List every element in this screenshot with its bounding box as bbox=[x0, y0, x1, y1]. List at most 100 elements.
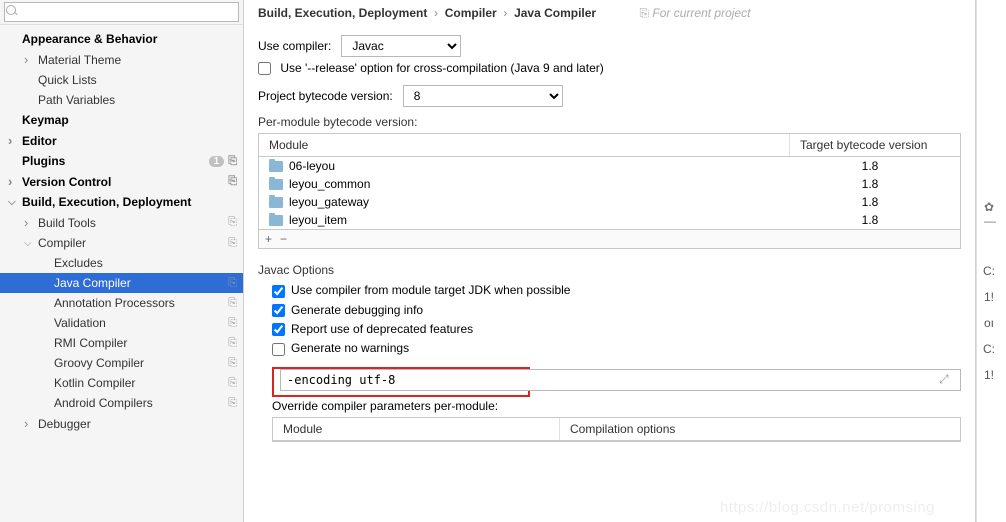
target-version[interactable]: 1.8 bbox=[790, 195, 950, 209]
folder-icon bbox=[269, 197, 283, 208]
target-version[interactable]: 1.8 bbox=[790, 177, 950, 191]
col-module-2[interactable]: Module bbox=[273, 418, 560, 440]
sidebar-item-plugins[interactable]: Plugins1⎘ bbox=[0, 151, 243, 171]
sidebar-item-editor[interactable]: Editor bbox=[0, 130, 243, 151]
project-scope-icon: ⎘ bbox=[228, 297, 237, 310]
release-checkbox[interactable] bbox=[258, 62, 271, 75]
override-table: Module Compilation options bbox=[272, 417, 961, 442]
sidebar-item-label: Excludes bbox=[54, 256, 239, 270]
sidebar-item-android-compilers[interactable]: Android Compilers⎘ bbox=[0, 393, 243, 413]
sidebar-item-label: Groovy Compiler bbox=[54, 356, 228, 370]
sidebar-item-version-control[interactable]: Version Control⎘ bbox=[0, 171, 243, 192]
sidebar-item-excludes[interactable]: Excludes bbox=[0, 253, 243, 273]
sidebar-item-appearance-behavior[interactable]: Appearance & Behavior bbox=[0, 29, 243, 49]
sidebar-item-java-compiler[interactable]: Java Compiler⎘ bbox=[0, 273, 243, 293]
sidebar-item-label: Java Compiler bbox=[54, 276, 228, 290]
chevron-icon bbox=[8, 174, 22, 189]
folder-icon bbox=[269, 215, 283, 226]
sidebar-item-keymap[interactable]: Keymap bbox=[0, 110, 243, 130]
gutter-glyph: C: bbox=[983, 336, 995, 362]
sidebar-item-label: RMI Compiler bbox=[54, 336, 228, 350]
sidebar-item-label: Validation bbox=[54, 316, 228, 330]
gear-icon[interactable]: ✿ — bbox=[984, 200, 1006, 228]
sidebar-item-path-variables[interactable]: Path Variables bbox=[0, 90, 243, 110]
sidebar-item-label: Path Variables bbox=[38, 93, 239, 107]
breadcrumb: Build, Execution, Deployment › Compiler … bbox=[258, 0, 961, 31]
remove-module-button[interactable]: − bbox=[280, 232, 287, 246]
table-row[interactable]: leyou_common 1.8 bbox=[259, 175, 960, 193]
release-option[interactable]: Use '--release' option for cross-compila… bbox=[258, 61, 604, 75]
sidebar-item-annotation-processors[interactable]: Annotation Processors⎘ bbox=[0, 293, 243, 313]
gutter-glyph: 1! bbox=[983, 284, 995, 310]
sidebar-item-build-tools[interactable]: Build Tools⎘ bbox=[0, 212, 243, 233]
project-scope-icon: ⎘ bbox=[228, 337, 237, 350]
project-scope-icon: ⎘ bbox=[228, 277, 237, 290]
folder-icon bbox=[269, 179, 283, 190]
add-module-button[interactable]: + bbox=[265, 232, 272, 246]
for-current-project: For current project bbox=[639, 6, 750, 20]
javac-options-title: Javac Options bbox=[258, 263, 961, 277]
col-module[interactable]: Module bbox=[259, 134, 790, 156]
col-options[interactable]: Compilation options bbox=[560, 418, 960, 440]
gutter-glyph: oı bbox=[983, 310, 995, 336]
use-compiler-select[interactable]: Javac bbox=[341, 35, 461, 57]
folder-icon bbox=[269, 161, 283, 172]
table-row[interactable]: leyou_item 1.8 bbox=[259, 211, 960, 229]
override-label: Override compiler parameters per-module: bbox=[272, 399, 961, 413]
sidebar-item-label: Compiler bbox=[38, 236, 228, 250]
chevron-icon bbox=[24, 238, 38, 249]
sidebar-item-groovy-compiler[interactable]: Groovy Compiler⎘ bbox=[0, 353, 243, 373]
sidebar-item-material-theme[interactable]: Material Theme bbox=[0, 49, 243, 70]
sidebar-item-debugger[interactable]: Debugger bbox=[0, 413, 243, 434]
sidebar-item-compiler[interactable]: Compiler⎘ bbox=[0, 233, 243, 253]
chevron-icon bbox=[24, 52, 38, 67]
cmd-params-input[interactable] bbox=[280, 369, 961, 391]
opt-debug-info[interactable]: Generate debugging info bbox=[272, 303, 423, 317]
module-name: leyou_common bbox=[289, 177, 370, 191]
module-name: 06-leyou bbox=[289, 159, 335, 173]
module-name: leyou_item bbox=[289, 213, 347, 227]
sidebar-item-rmi-compiler[interactable]: RMI Compiler⎘ bbox=[0, 333, 243, 353]
bytecode-select[interactable]: 8 bbox=[403, 85, 563, 107]
main-panel: Build, Execution, Deployment › Compiler … bbox=[244, 0, 976, 522]
sidebar-item-kotlin-compiler[interactable]: Kotlin Compiler⎘ bbox=[0, 373, 243, 393]
sidebar-item-label: Android Compilers bbox=[54, 396, 228, 410]
project-scope-icon: ⎘ bbox=[228, 155, 237, 168]
target-version[interactable]: 1.8 bbox=[790, 159, 950, 173]
settings-tree: Appearance & Behavior Material Theme Quick… bbox=[0, 25, 243, 438]
table-row[interactable]: leyou_gateway1.8 bbox=[259, 193, 960, 211]
sidebar-item-label: Keymap bbox=[22, 113, 239, 127]
col-target[interactable]: Target bytecode version bbox=[790, 134, 960, 156]
project-scope-icon: ⎘ bbox=[228, 397, 237, 410]
sidebar-item-quick-lists[interactable]: Quick Lists bbox=[0, 70, 243, 90]
gutter-glyph: C: bbox=[983, 258, 995, 284]
sidebar-item-validation[interactable]: Validation⎘ bbox=[0, 313, 243, 333]
sidebar-item-label: Annotation Processors bbox=[54, 296, 228, 310]
search-box[interactable] bbox=[0, 0, 243, 25]
chevron-icon bbox=[8, 197, 22, 208]
sidebar-item-label: Build Tools bbox=[38, 216, 228, 230]
sidebar-item-label: Plugins bbox=[22, 154, 209, 168]
sidebar-item-build-execution-deployment[interactable]: Build, Execution, Deployment bbox=[0, 192, 243, 212]
opt-module-target[interactable]: Use compiler from module target JDK when… bbox=[272, 283, 570, 297]
project-scope-icon: ⎘ bbox=[228, 175, 237, 188]
permodule-label: Per-module bytecode version: bbox=[258, 115, 961, 129]
table-row[interactable]: 06-leyou 1.8 bbox=[259, 157, 960, 175]
opt-nowarn[interactable]: Generate no warnings bbox=[272, 341, 409, 355]
sidebar-item-label: Material Theme bbox=[38, 53, 239, 67]
project-scope-icon: ⎘ bbox=[228, 357, 237, 370]
right-gutter: ✿ — C:1!oıC:1! bbox=[976, 0, 1006, 522]
opt-deprecated[interactable]: Report use of deprecated features bbox=[272, 322, 473, 336]
search-input[interactable] bbox=[4, 2, 239, 22]
badge: 1 bbox=[209, 156, 225, 167]
sidebar-item-label: Quick Lists bbox=[38, 73, 239, 87]
target-version[interactable]: 1.8 bbox=[790, 213, 950, 227]
chevron-icon bbox=[24, 416, 38, 431]
module-table: Module Target bytecode version 06-leyou 1… bbox=[258, 133, 961, 249]
project-scope-icon: ⎘ bbox=[228, 237, 237, 250]
project-scope-icon: ⎘ bbox=[228, 216, 237, 229]
sidebar-item-label: Version Control bbox=[22, 175, 228, 189]
project-scope-icon: ⎘ bbox=[228, 377, 237, 390]
gutter-glyph: 1! bbox=[983, 362, 995, 388]
settings-sidebar: Appearance & Behavior Material Theme Quick… bbox=[0, 0, 244, 522]
